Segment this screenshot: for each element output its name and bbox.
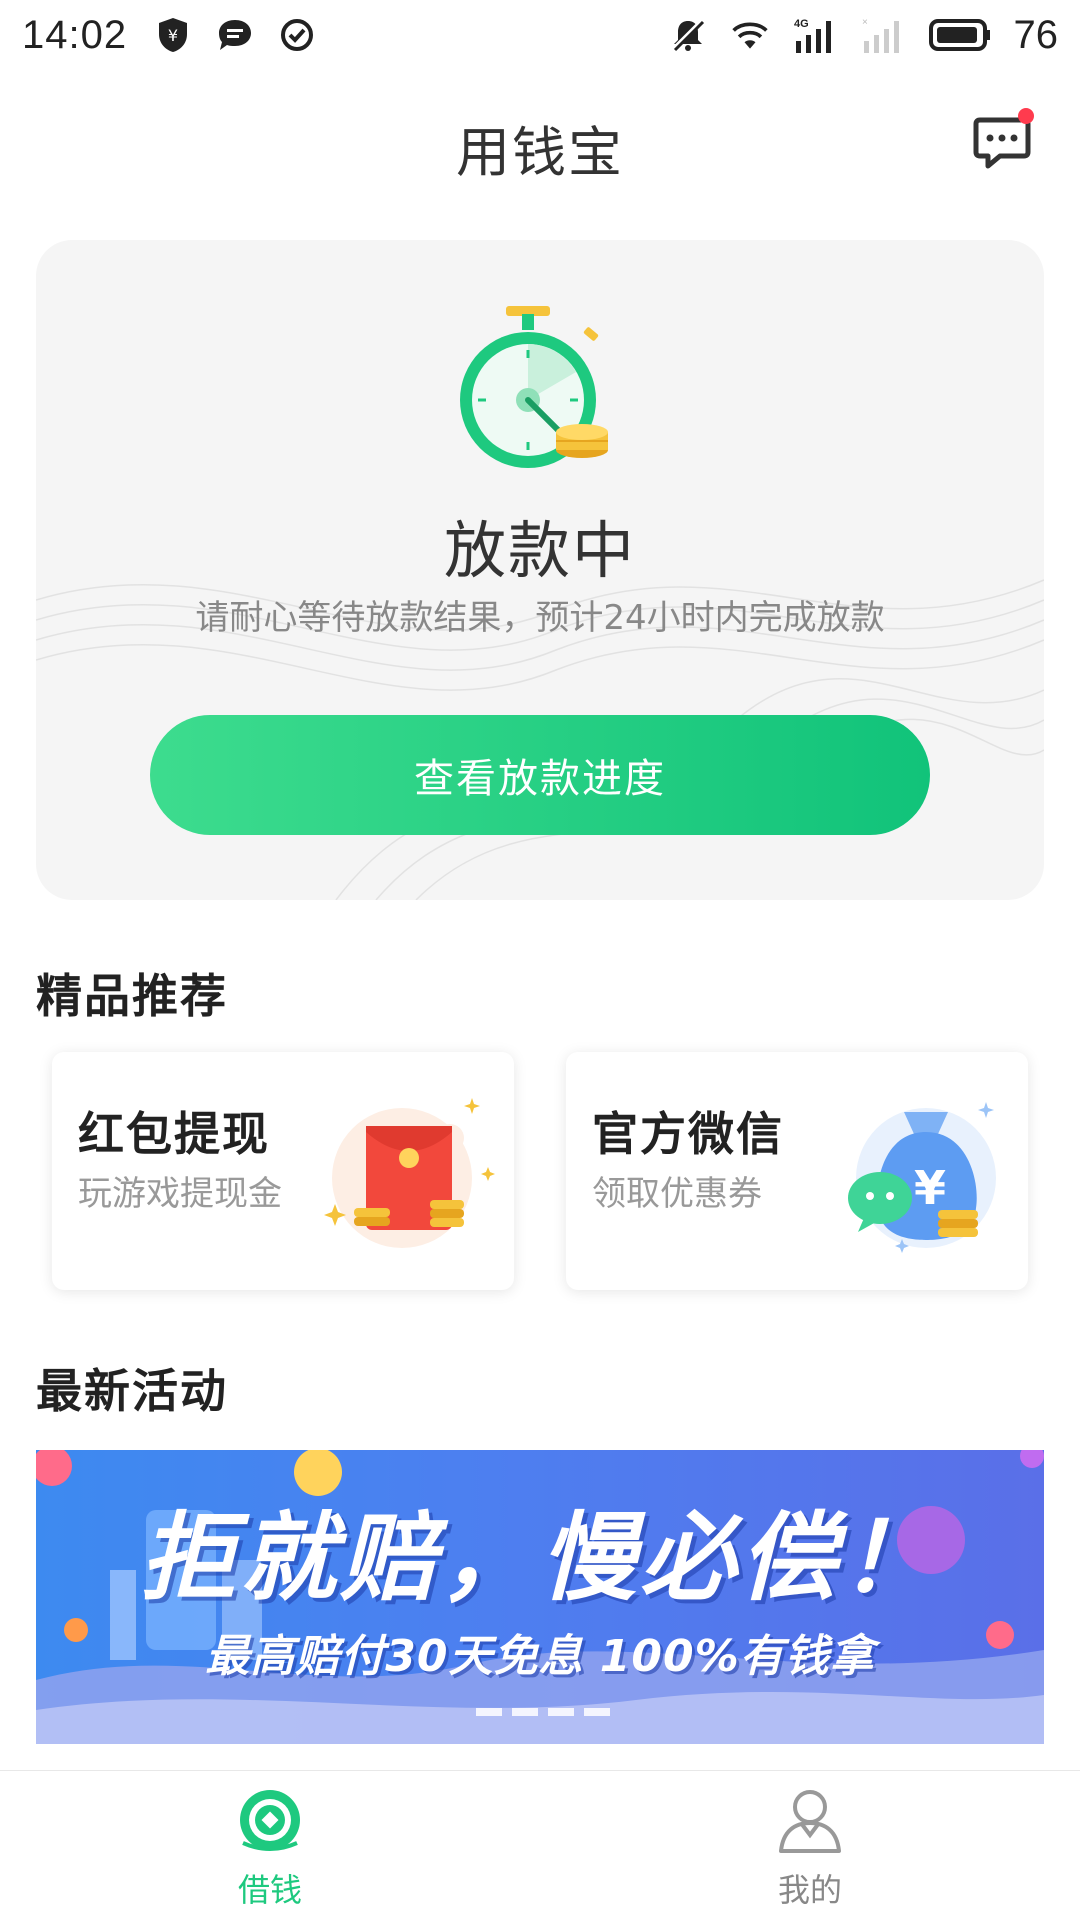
- loan-status-description: 请耐心等待放款结果，预计24小时内完成放款: [195, 598, 885, 638]
- svg-text:×: ×: [862, 17, 868, 28]
- wifi-icon: [730, 15, 770, 55]
- page-title: 用钱宝: [456, 121, 624, 184]
- user-icon: [779, 1790, 841, 1853]
- svg-text:¥: ¥: [168, 26, 178, 45]
- banner-page-indicator[interactable]: [512, 1708, 538, 1716]
- activity-banner[interactable]: 拒就赔，慢必偿！ 最高赔付30天免息 100%有钱拿: [36, 1450, 1044, 1744]
- tab-label: 借钱: [237, 1871, 302, 1909]
- message-button[interactable]: [968, 106, 1038, 176]
- signal-4g-icon: 4G: [792, 15, 838, 55]
- shield-yen-icon: ¥: [153, 15, 193, 55]
- status-bar: 14:02 ¥ 4G × 76: [0, 0, 1080, 70]
- activities-section-title: 最新活动: [36, 1364, 228, 1418]
- recommend-section-title: 精品推荐: [36, 969, 228, 1023]
- notification-dot: [1018, 108, 1034, 124]
- mute-bell-icon: [668, 15, 708, 55]
- stopwatch-coin-icon: [460, 306, 608, 468]
- battery-level: 76: [1013, 12, 1059, 57]
- recommend-card-title: 红包提现: [78, 1107, 270, 1161]
- banner-pagination: [476, 1708, 610, 1716]
- svg-text:¥: ¥: [914, 1161, 946, 1215]
- banner-page-indicator[interactable]: [584, 1708, 610, 1716]
- tab-loan[interactable]: 借钱: [170, 1785, 370, 1915]
- banner-page-indicator[interactable]: [548, 1708, 574, 1716]
- app-header: 用钱宝: [0, 88, 1080, 192]
- bottom-tab-bar: 借钱 我的: [0, 1770, 1080, 1920]
- status-time: 14:02: [22, 12, 128, 57]
- money-bag-wechat-icon: ¥: [848, 1102, 996, 1253]
- banner-page-indicator[interactable]: [476, 1708, 502, 1716]
- banner-headline: 拒就赔，慢必偿！: [140, 1502, 940, 1614]
- check-circle-icon: [277, 15, 317, 55]
- red-envelope-icon: [324, 1098, 495, 1248]
- tab-label: 我的: [777, 1871, 842, 1909]
- tab-mine[interactable]: 我的: [710, 1785, 910, 1915]
- signal-empty-icon: ×: [860, 15, 906, 55]
- chat-bubble-icon: [215, 15, 255, 55]
- view-progress-button[interactable]: 查看放款进度: [150, 715, 930, 835]
- banner-subheadline: 最高赔付30天免息 100%有钱拿: [205, 1631, 875, 1682]
- svg-text:4G: 4G: [794, 18, 809, 30]
- loan-status-card: 放款中 请耐心等待放款结果，预计24小时内完成放款 查看放款进度: [36, 240, 1044, 900]
- battery-icon: [928, 15, 992, 55]
- recommend-card-subtitle: 玩游戏提现金: [78, 1174, 282, 1214]
- loan-coin-icon: [240, 1790, 300, 1851]
- recommend-card-title: 官方微信: [592, 1107, 784, 1161]
- recommend-card-official-wechat[interactable]: 官方微信 领取优惠券 ¥: [566, 1052, 1028, 1290]
- loan-status-title: 放款中: [443, 514, 636, 587]
- recommend-card-red-envelope[interactable]: 红包提现 玩游戏提现金: [52, 1052, 514, 1290]
- recommend-card-subtitle: 领取优惠券: [592, 1174, 762, 1214]
